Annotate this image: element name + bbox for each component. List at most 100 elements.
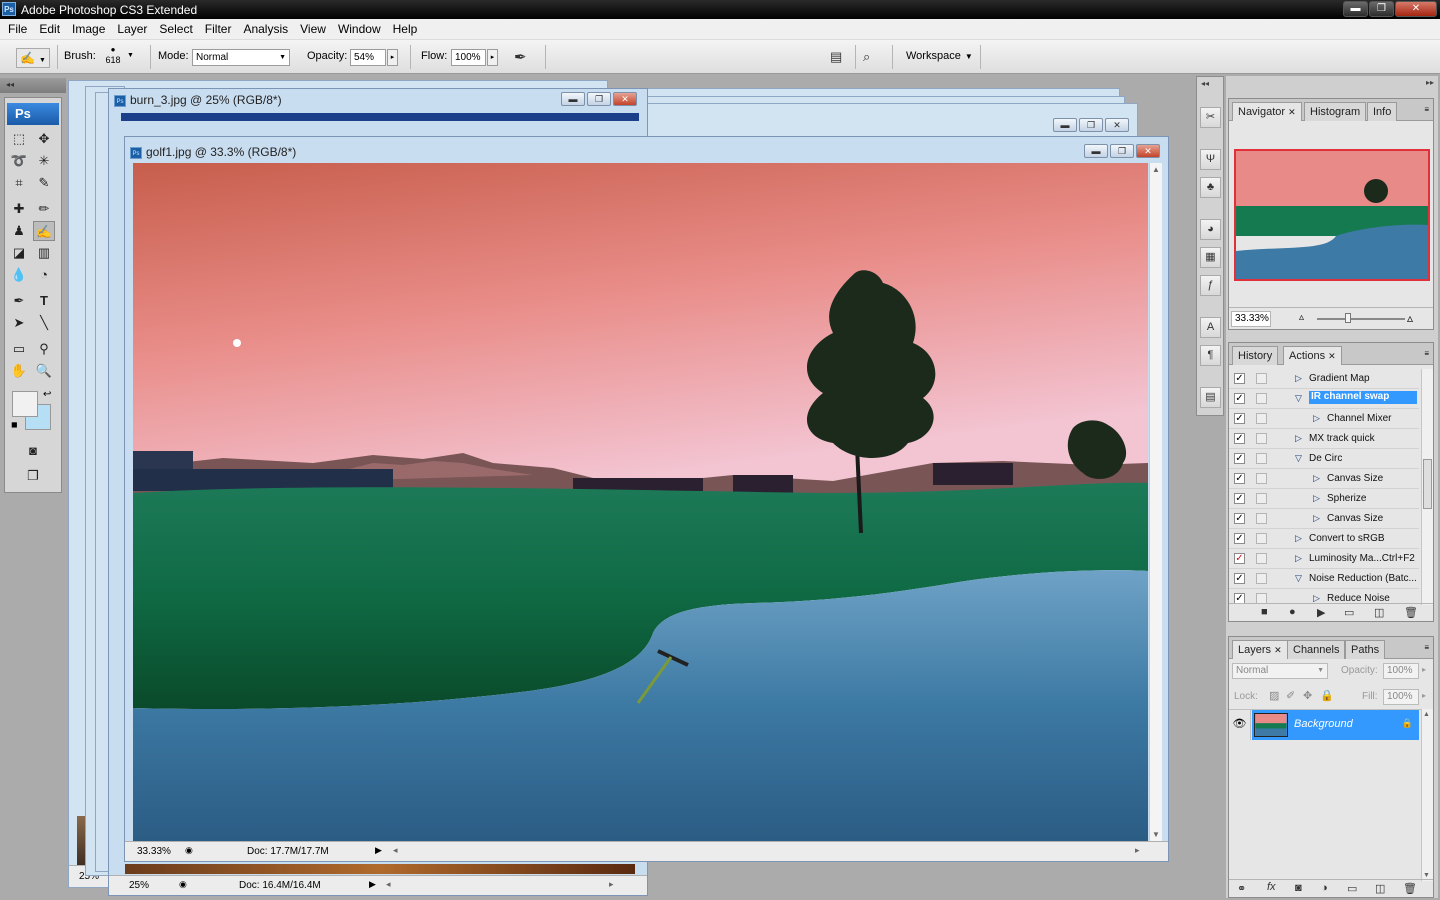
swap-colors-icon[interactable]: ↩ xyxy=(43,389,51,400)
action-row[interactable]: ✓ ▷ Canvas Size xyxy=(1229,469,1419,489)
navigator-zoom-field[interactable]: 33.33% xyxy=(1231,311,1271,327)
eraser-tool-icon[interactable]: ◪ xyxy=(8,243,30,263)
clone-source-icon[interactable]: ♣ xyxy=(1200,177,1221,198)
dialog-toggle-checkbox[interactable] xyxy=(1256,373,1267,384)
swatches-panel-icon[interactable]: ▦ xyxy=(1200,247,1221,268)
move-tool-icon[interactable]: ✥ xyxy=(33,129,55,149)
stacked-minimize-button[interactable]: ▬ xyxy=(1053,118,1077,132)
palette-well-icon[interactable]: ▤ xyxy=(830,49,842,65)
hand-tool-icon[interactable]: ✋ xyxy=(8,361,30,381)
foreground-color-swatch[interactable] xyxy=(12,391,38,417)
menu-window[interactable]: Window xyxy=(332,19,387,39)
action-label[interactable]: Canvas Size xyxy=(1327,473,1383,484)
menu-layer[interactable]: Layer xyxy=(111,19,153,39)
scroll-up-arrow-icon[interactable]: ▲ xyxy=(1152,165,1160,174)
navigator-zoom-slider[interactable] xyxy=(1317,318,1405,320)
golf-canvas[interactable] xyxy=(133,163,1148,841)
magic-wand-icon[interactable]: ✳ xyxy=(33,151,55,171)
clone-stamp-icon[interactable]: ♟ xyxy=(8,221,30,241)
action-label[interactable]: IR channel swap xyxy=(1309,391,1418,404)
burn-status-icon[interactable]: ◉ xyxy=(179,879,187,890)
blur-tool-icon[interactable]: 💧 xyxy=(8,265,30,285)
action-label[interactable]: Convert to sRGB xyxy=(1309,533,1385,544)
zoom-in-icon[interactable]: ▵ xyxy=(1407,311,1413,325)
layers-scrollbar[interactable]: ▲ ▼ xyxy=(1421,709,1433,881)
action-toggle-checkbox[interactable]: ✓ xyxy=(1234,393,1245,404)
toolbox-grip[interactable]: ◂◂ xyxy=(0,78,66,93)
brushes-panel-icon[interactable]: Ψ xyxy=(1200,149,1221,170)
styles-panel-icon[interactable]: ƒ xyxy=(1200,275,1221,296)
action-row[interactable]: ✓ ▷ Channel Mixer xyxy=(1229,409,1419,429)
file-browser-icon[interactable]: ⌕ xyxy=(863,49,870,65)
expand-triangle-icon[interactable]: ▷ xyxy=(1313,493,1320,504)
burn-canvas[interactable] xyxy=(121,113,639,121)
navigator-zoom-handle[interactable] xyxy=(1345,313,1351,323)
action-toggle-checkbox[interactable]: ✓ xyxy=(1234,373,1245,384)
action-label[interactable]: Channel Mixer xyxy=(1327,413,1391,424)
layer-opacity-input[interactable]: 100% xyxy=(1383,663,1419,679)
action-label[interactable]: Luminosity Ma...Ctrl+F2 xyxy=(1309,553,1415,564)
character-panel-icon[interactable]: A xyxy=(1200,317,1221,338)
action-row[interactable]: ✓ ▷ Convert to sRGB xyxy=(1229,529,1419,549)
dialog-toggle-checkbox[interactable] xyxy=(1256,413,1267,424)
dialog-toggle-checkbox[interactable] xyxy=(1256,533,1267,544)
tab-actions[interactable]: Actions ✕ xyxy=(1283,346,1342,365)
action-label[interactable]: Noise Reduction (Batc... xyxy=(1309,573,1417,584)
mode-select[interactable]: Normal ▼ xyxy=(192,49,290,66)
minimize-button[interactable]: ▬ xyxy=(1343,1,1368,17)
flow-input[interactable]: 100% xyxy=(451,49,486,66)
action-toggle-checkbox[interactable]: ✓ xyxy=(1234,553,1245,564)
burn-hscroll-right[interactable]: ▸ xyxy=(609,879,614,890)
line-tool-icon[interactable]: ╲ xyxy=(33,313,55,333)
paragraph-panel-icon[interactable]: ¶ xyxy=(1200,345,1221,366)
brush-picker[interactable]: ● 618 xyxy=(100,45,126,71)
adjustment-layer-icon[interactable]: ◑ xyxy=(1321,882,1328,894)
delete-layer-icon[interactable]: 🗑 xyxy=(1403,882,1417,895)
navigator-thumbnail[interactable] xyxy=(1234,149,1430,281)
expand-triangle-icon[interactable]: ▷ xyxy=(1313,413,1320,424)
zoom-tool-icon[interactable]: 🔍 xyxy=(33,361,55,381)
dock-collapse-icon[interactable]: ▸▸ xyxy=(1426,78,1434,87)
menu-edit[interactable]: Edit xyxy=(33,19,66,39)
stacked-close-button[interactable]: ✕ xyxy=(1105,118,1129,132)
burn-close-button[interactable]: ✕ xyxy=(613,92,637,106)
workspace-menu[interactable]: Workspace ▼ xyxy=(906,50,973,62)
action-row[interactable]: ✓ ▷ Gradient Map xyxy=(1229,369,1419,389)
scroll-down-arrow-icon[interactable]: ▼ xyxy=(1152,830,1160,839)
lock-all-icon[interactable]: 🔒 xyxy=(1320,689,1334,702)
golf-close-button[interactable]: ✕ xyxy=(1136,144,1160,158)
new-set-icon[interactable]: ▭ xyxy=(1344,606,1354,619)
collapse-triangle-icon[interactable]: ▽ xyxy=(1295,393,1302,404)
delete-action-icon[interactable]: 🗑 xyxy=(1404,606,1418,619)
tab-history[interactable]: History xyxy=(1232,346,1279,365)
tab-navigator[interactable]: Navigator ✕ xyxy=(1232,102,1302,121)
expand-triangle-icon[interactable]: ▷ xyxy=(1313,473,1320,484)
new-group-icon[interactable]: ▭ xyxy=(1347,882,1357,895)
golf-maximize-button[interactable]: ❐ xyxy=(1110,144,1134,158)
dialog-toggle-checkbox[interactable] xyxy=(1256,433,1267,444)
menu-filter[interactable]: Filter xyxy=(199,19,238,39)
dialog-toggle-checkbox[interactable] xyxy=(1256,513,1267,524)
menu-view[interactable]: View xyxy=(294,19,332,39)
action-toggle-checkbox[interactable]: ✓ xyxy=(1234,533,1245,544)
actions-scroll-thumb[interactable] xyxy=(1423,459,1432,509)
burn-status-menu-arrow[interactable]: ▶ xyxy=(369,879,376,890)
expand-triangle-icon[interactable]: ▷ xyxy=(1313,513,1320,524)
action-toggle-checkbox[interactable]: ✓ xyxy=(1234,413,1245,424)
opacity-slider-button[interactable]: ▸ xyxy=(387,49,398,66)
tab-info[interactable]: Info xyxy=(1367,102,1398,121)
dialog-toggle-checkbox[interactable] xyxy=(1256,473,1267,484)
action-label[interactable]: Spherize xyxy=(1327,493,1366,504)
action-row[interactable]: ✓ ▷ Spherize xyxy=(1229,489,1419,509)
tool-preset-picker[interactable]: ✍ ▼ xyxy=(16,48,50,68)
marquee-tool-icon[interactable]: ⬚ xyxy=(8,129,30,149)
action-row[interactable]: ✓ ▷ Luminosity Ma...Ctrl+F2 xyxy=(1229,549,1419,569)
add-mask-icon[interactable]: ◙ xyxy=(1295,882,1302,894)
layer-fill-input[interactable]: 100% xyxy=(1383,689,1419,705)
action-toggle-checkbox[interactable]: ✓ xyxy=(1234,493,1245,504)
action-label[interactable]: Canvas Size xyxy=(1327,513,1383,524)
tab-layers[interactable]: Layers ✕ xyxy=(1232,640,1288,659)
lock-transparent-icon[interactable]: ▨ xyxy=(1269,689,1279,702)
action-row[interactable]: ✓ ▷ MX track quick xyxy=(1229,429,1419,449)
expand-triangle-icon[interactable]: ▷ xyxy=(1295,373,1302,384)
